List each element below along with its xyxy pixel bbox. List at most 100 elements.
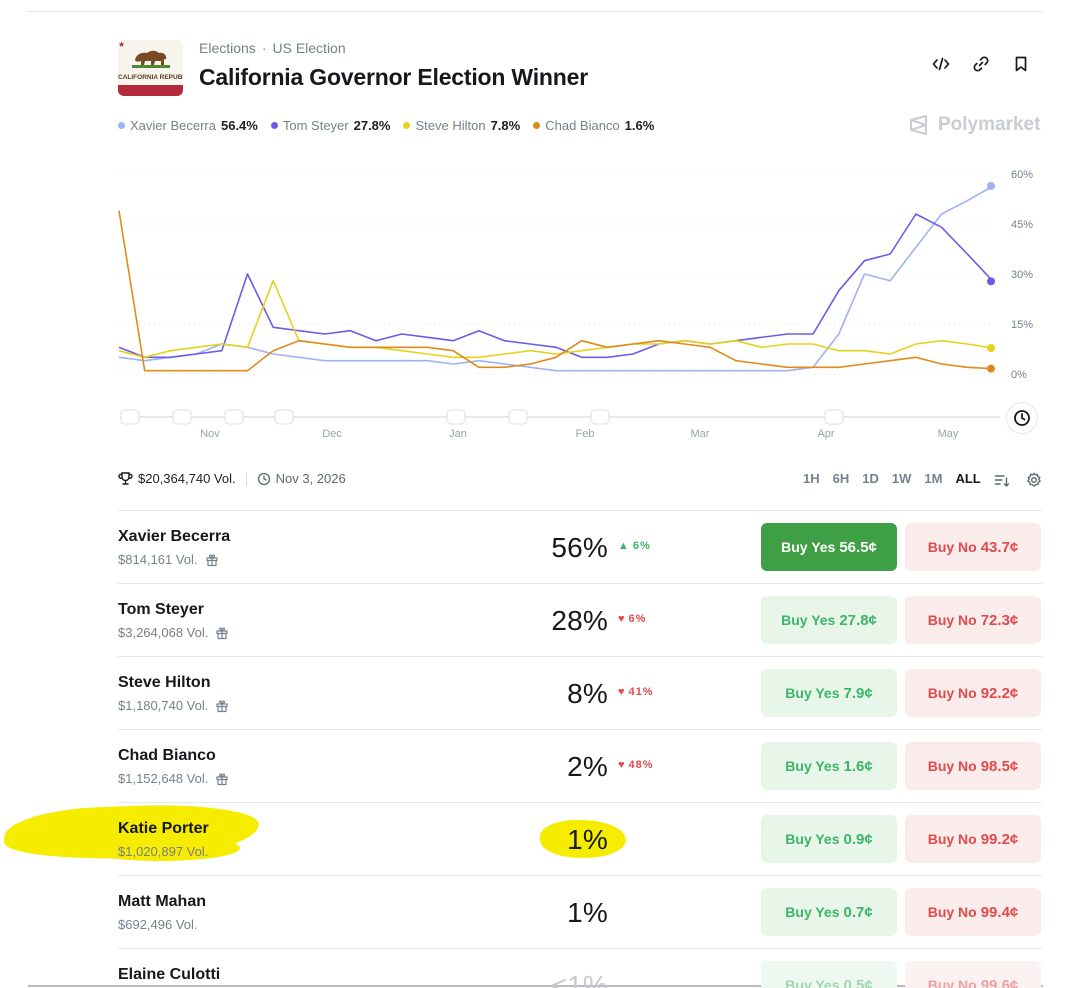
buy-no-price: 99.6¢: [980, 976, 1019, 988]
volume-text: $1,152,648 Vol.: [118, 771, 209, 786]
change-value: 41%: [628, 686, 654, 698]
breadcrumb-us-election[interactable]: US Election: [272, 40, 345, 56]
candidate-name: Tom Steyer: [118, 601, 204, 618]
buy-yes-price: 7.9¢: [843, 684, 873, 702]
y-tick-label: 30%: [1011, 269, 1033, 281]
volume-text: $692,496 Vol.: [118, 917, 198, 932]
code-icon: [932, 57, 950, 71]
buy-yes-button[interactable]: Buy Yes 56.5¢: [761, 523, 897, 571]
star-icon: ★: [118, 40, 126, 49]
legend-swatch: [118, 122, 125, 129]
polymarket-logo-icon: [910, 115, 927, 135]
volume-text: $1,020,897 Vol.: [118, 844, 209, 859]
probability-change: ♥ 41%: [618, 686, 654, 698]
buy-no-button[interactable]: Buy No 43.7¢: [905, 523, 1041, 571]
range-tab-1m[interactable]: 1M: [924, 471, 942, 486]
scrubber-handle: [446, 409, 466, 425]
caret-down-icon: ♥: [618, 759, 626, 771]
outcome-row[interactable]: Steve Hilton $1,180,740 Vol. 8% ♥ 41% Buy…: [118, 656, 1042, 729]
x-tick-label: Jan: [449, 428, 467, 440]
time-range-tabs: 1H 6H 1D 1W 1M ALL: [803, 471, 981, 486]
outcome-row[interactable]: Tom Steyer $3,264,068 Vol. 28% ♥ 6% Buy Y…: [118, 583, 1042, 656]
buy-yes-button[interactable]: Buy Yes 7.9¢: [761, 669, 897, 717]
gift-icon[interactable]: [205, 553, 219, 567]
buy-yes-button[interactable]: Buy Yes 0.9¢: [761, 815, 897, 863]
outcome-row[interactable]: Xavier Becerra $814,161 Vol. 56% ▲ 6% Buy…: [118, 510, 1042, 583]
buy-yes-button[interactable]: Buy Yes 0.5¢: [761, 961, 897, 988]
bookmark-button[interactable]: [1010, 53, 1032, 75]
candidate-volume: $1,152,648 Vol.: [118, 771, 229, 786]
gift-icon[interactable]: [215, 772, 229, 786]
range-tab-all[interactable]: ALL: [955, 471, 980, 486]
outcome-row[interactable]: Matt Mahan $692,496 Vol. 1% Buy Yes 0.7¢ …: [118, 875, 1042, 948]
buy-no-button[interactable]: Buy No 99.6¢: [905, 961, 1041, 988]
outcome-row[interactable]: Chad Bianco $1,152,648 Vol. 2% ♥ 48% Buy …: [118, 729, 1042, 802]
candidate-probability: 28%: [551, 605, 608, 636]
chart-tools: [993, 471, 1043, 489]
range-tab-1h[interactable]: 1H: [803, 471, 820, 486]
buy-yes-button[interactable]: Buy Yes 0.7¢: [761, 888, 897, 936]
x-tick-label: Dec: [322, 428, 342, 440]
outcome-row[interactable]: Katie Porter $1,020,897 Vol. 1% Buy Yes 0…: [118, 802, 1042, 875]
copy-link-button[interactable]: [970, 53, 992, 75]
buy-no-price: 72.3¢: [980, 611, 1019, 629]
buy-no-label: Buy No: [927, 685, 977, 701]
range-tab-1w[interactable]: 1W: [892, 471, 912, 486]
buy-no-button[interactable]: Buy No 99.2¢: [905, 815, 1041, 863]
candidate-probability: 1%: [567, 824, 608, 855]
outcome-row[interactable]: Elaine Culotti <1% Buy Yes 0.5¢ Buy No 99.…: [118, 948, 1042, 988]
market-flag-image: ★ CALIFORNIA REPUBLIC: [118, 40, 183, 96]
gift-icon[interactable]: [215, 699, 229, 713]
x-tick-label: Mar: [691, 428, 710, 440]
candidate-name: Chad Bianco: [118, 747, 216, 764]
embed-button[interactable]: [930, 53, 952, 75]
legend-name: Tom Steyer: [282, 118, 349, 133]
series-endpoint: [987, 344, 995, 352]
buy-no-price: 99.2¢: [980, 830, 1019, 848]
buy-no-button[interactable]: Buy No 72.3¢: [905, 596, 1041, 644]
caret-down-icon: ♥: [618, 686, 626, 698]
series-line: [118, 279, 994, 359]
caret-up-icon: ▲: [618, 540, 630, 552]
buy-no-price: 99.4¢: [980, 903, 1019, 921]
sort-button[interactable]: [993, 471, 1011, 489]
flag-stripe: [118, 85, 183, 96]
buy-yes-price: 0.7¢: [843, 903, 873, 921]
buy-no-button[interactable]: Buy No 99.4¢: [905, 888, 1041, 936]
legend-name: Xavier Becerra: [130, 118, 216, 133]
range-tab-6h[interactable]: 6H: [833, 471, 850, 486]
buy-yes-price: 0.9¢: [843, 830, 873, 848]
buy-yes-label: Buy Yes: [781, 612, 836, 628]
x-tick-label: Nov: [200, 428, 220, 440]
buy-no-button[interactable]: Buy No 98.5¢: [905, 742, 1041, 790]
candidate-probability: 2%: [567, 751, 608, 782]
x-tick-label: Feb: [576, 428, 595, 440]
link-icon: [973, 56, 989, 72]
price-history-chart[interactable]: 60% 45% 30% 15% 0% Nov Dec Jan Feb Mar Apr May: [110, 160, 1045, 442]
buy-no-label: Buy No: [927, 612, 977, 628]
candidate-volume: $1,020,897 Vol.: [118, 844, 208, 859]
gift-icon[interactable]: [215, 626, 229, 640]
candidate-volume: $814,161 Vol.: [118, 552, 219, 567]
candidate-name: Katie Porter: [118, 820, 209, 837]
sort-icon: [994, 475, 1010, 487]
history-range-button[interactable]: [1006, 402, 1038, 434]
buy-yes-button[interactable]: Buy Yes 27.8¢: [761, 596, 897, 644]
legend-value: 56.4%: [220, 118, 258, 133]
buy-yes-price: 1.6¢: [843, 757, 873, 775]
range-tab-1d[interactable]: 1D: [862, 471, 879, 486]
breadcrumb-elections[interactable]: Elections: [199, 40, 256, 56]
total-volume: $20,364,740 Vol.: [138, 471, 236, 486]
bear-icon: [132, 50, 170, 68]
scrubber-handle: [508, 409, 528, 425]
breadcrumb: Elections · US Election: [199, 40, 346, 56]
buy-no-button[interactable]: Buy No 92.2¢: [905, 669, 1041, 717]
legend-value: 27.8%: [353, 118, 391, 133]
buy-yes-button[interactable]: Buy Yes 1.6¢: [761, 742, 897, 790]
candidate-volume: $3,264,068 Vol.: [118, 625, 229, 640]
legend-value: 7.8%: [490, 118, 521, 133]
settings-button[interactable]: [1025, 471, 1043, 489]
buy-yes-price: 56.5¢: [839, 538, 877, 556]
candidate-probability: 1%: [567, 897, 608, 928]
buy-no-label: Buy No: [927, 758, 977, 774]
